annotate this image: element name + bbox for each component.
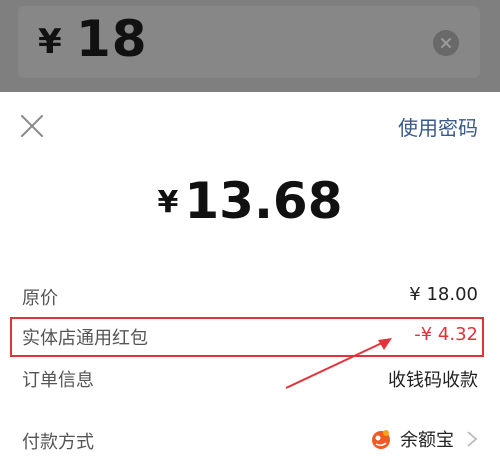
input-amount-value: 18 [76, 10, 148, 68]
payment-method-row[interactable]: 付款方式 余额宝 [22, 422, 478, 456]
close-icon[interactable] [20, 114, 44, 138]
order-info-value: 收钱码收款 [388, 370, 478, 391]
input-currency-symbol: ¥ [38, 22, 62, 62]
amount-input-field[interactable]: ¥ 18 [18, 6, 480, 78]
top-overlay: ¥ 18 [0, 0, 500, 92]
discount-highlight-box [10, 317, 484, 357]
payment-sheet: 使用密码 ¥13.68 原价 ¥ 18.00 实体店通用红包 -¥ 4.32 订… [0, 92, 500, 476]
yuebao-icon [372, 430, 390, 449]
use-password-link[interactable]: 使用密码 [398, 112, 478, 141]
original-price-value: ¥ 18.00 [409, 284, 478, 305]
order-info-label: 订单信息 [22, 370, 94, 391]
original-price-row: 原价 ¥ 18.00 [22, 278, 478, 312]
original-price-label: 原价 [22, 288, 58, 309]
order-info-row: 订单信息 收钱码收款 [22, 360, 478, 394]
chevron-right-icon [467, 431, 478, 447]
payment-currency-symbol: ¥ [157, 185, 179, 220]
payment-method-selector[interactable]: 余额宝 [370, 426, 478, 452]
clear-icon[interactable] [433, 30, 459, 56]
payment-amount: ¥13.68 [0, 172, 500, 230]
payment-method-value: 余额宝 [400, 430, 454, 451]
payment-amount-value: 13.68 [184, 172, 343, 230]
payment-method-label: 付款方式 [22, 432, 94, 453]
